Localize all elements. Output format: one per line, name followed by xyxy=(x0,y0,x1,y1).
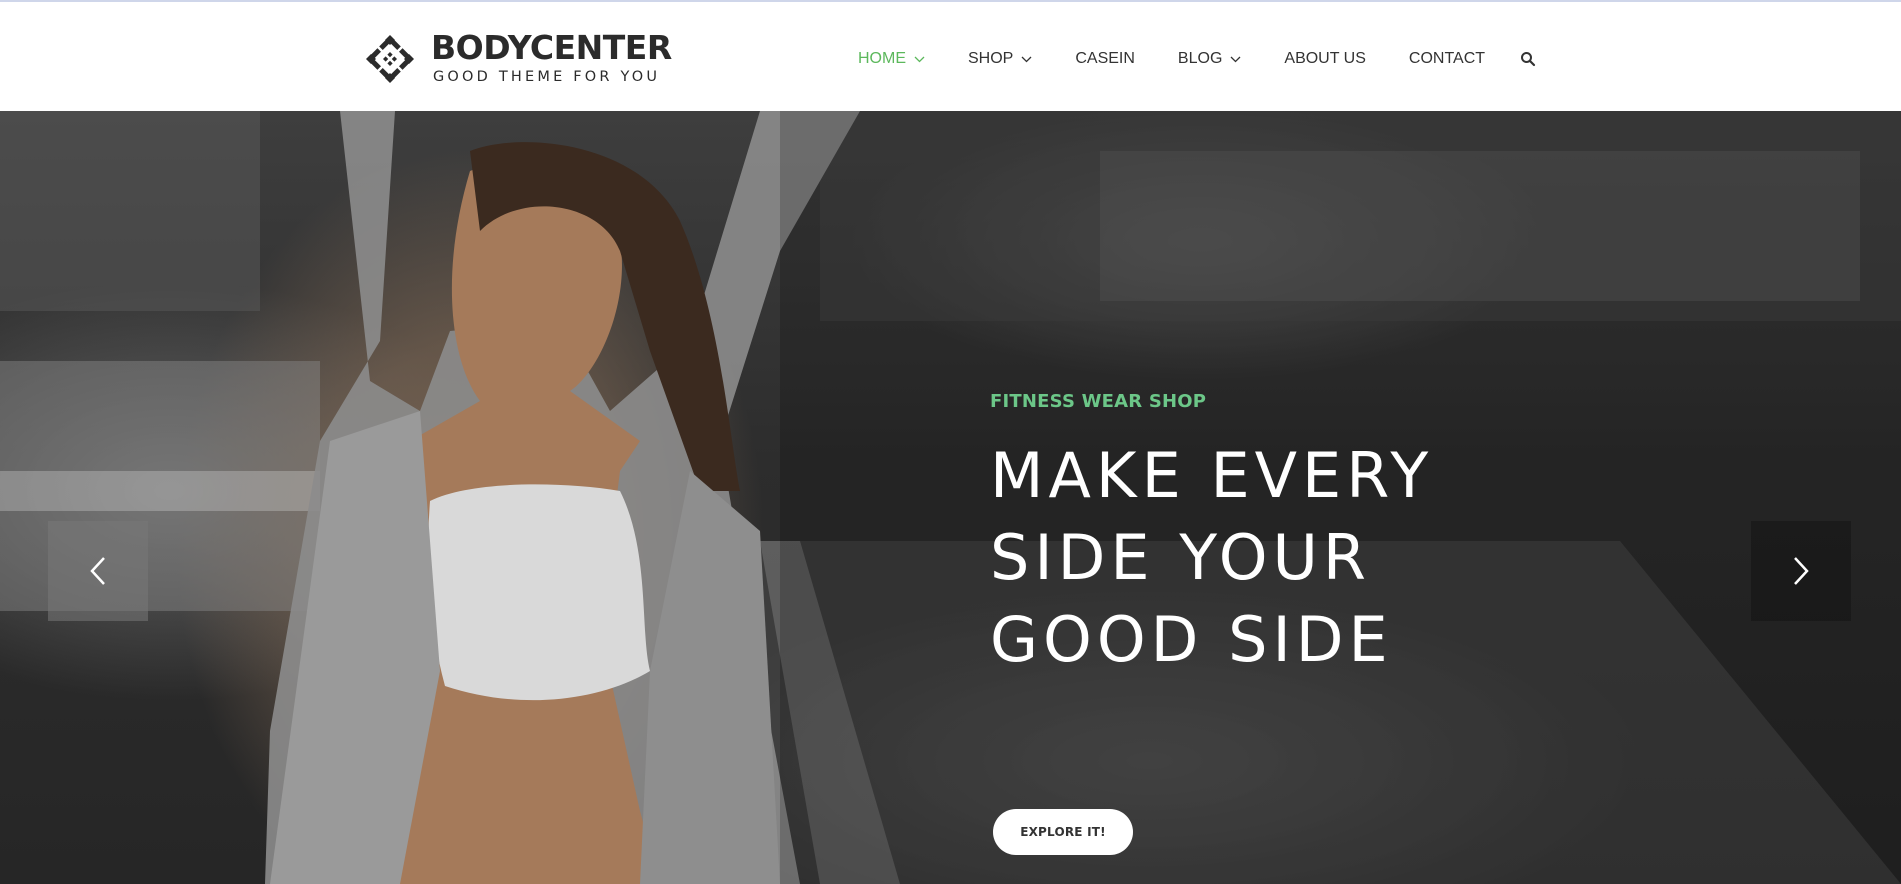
search-icon xyxy=(1521,52,1536,67)
slider-next-button[interactable] xyxy=(1751,521,1851,621)
nav-item-label: CASEIN xyxy=(1075,50,1135,67)
nav-item-casein[interactable]: CASEIN xyxy=(1075,50,1135,68)
nav-item-label: ABOUT US xyxy=(1284,50,1366,67)
nav-item-about-us[interactable]: ABOUT US xyxy=(1284,50,1366,68)
nav-item-contact[interactable]: CONTACT xyxy=(1409,50,1485,68)
search-button[interactable] xyxy=(1520,51,1536,67)
hero-headline-line: GOOD SIDE xyxy=(990,603,1393,676)
site-logo[interactable]: BODYCENTER GOOD THEME FOR YOU xyxy=(364,30,684,86)
logo-mark-icon xyxy=(366,35,414,83)
chevron-left-icon xyxy=(90,557,105,585)
chevron-right-icon xyxy=(1794,557,1809,585)
nav-item-label: SHOP xyxy=(968,50,1014,67)
chevron-down-icon xyxy=(1021,56,1032,62)
nav-item-blog[interactable]: BLOG xyxy=(1178,50,1241,68)
hero-headline: MAKE EVERY SIDE YOUR GOOD SIDE xyxy=(990,435,1590,681)
chevron-down-icon xyxy=(1230,56,1241,62)
hero-headline-line: MAKE EVERY xyxy=(990,439,1434,512)
nav-item-home[interactable]: HOME xyxy=(858,50,925,68)
nav-item-shop[interactable]: SHOP xyxy=(968,50,1032,68)
hero-slider: FITNESS WEAR SHOP MAKE EVERY SIDE YOUR G… xyxy=(0,111,1901,884)
nav-item-label: BLOG xyxy=(1177,50,1223,67)
brand-name: BODYCENTER xyxy=(431,28,672,67)
nav-item-label: HOME xyxy=(858,50,906,67)
brand-tagline: GOOD THEME FOR YOU xyxy=(433,69,661,85)
site-header: BODYCENTER GOOD THEME FOR YOU HOME SHOP … xyxy=(0,2,1901,111)
explore-button[interactable]: EXPLORE IT! xyxy=(993,809,1133,855)
slider-prev-button[interactable] xyxy=(48,521,148,621)
main-nav: HOME SHOP CASEIN BLOG ABOUT US CONTACT xyxy=(858,48,1536,70)
hero-caption: FITNESS WEAR SHOP MAKE EVERY SIDE YOUR G… xyxy=(990,391,1590,855)
hero-background-image xyxy=(0,111,1901,884)
hero-headline-line: SIDE YOUR xyxy=(990,521,1372,594)
nav-item-label: CONTACT xyxy=(1408,50,1486,67)
hero-eyebrow: FITNESS WEAR SHOP xyxy=(990,391,1207,412)
chevron-down-icon xyxy=(914,56,925,62)
